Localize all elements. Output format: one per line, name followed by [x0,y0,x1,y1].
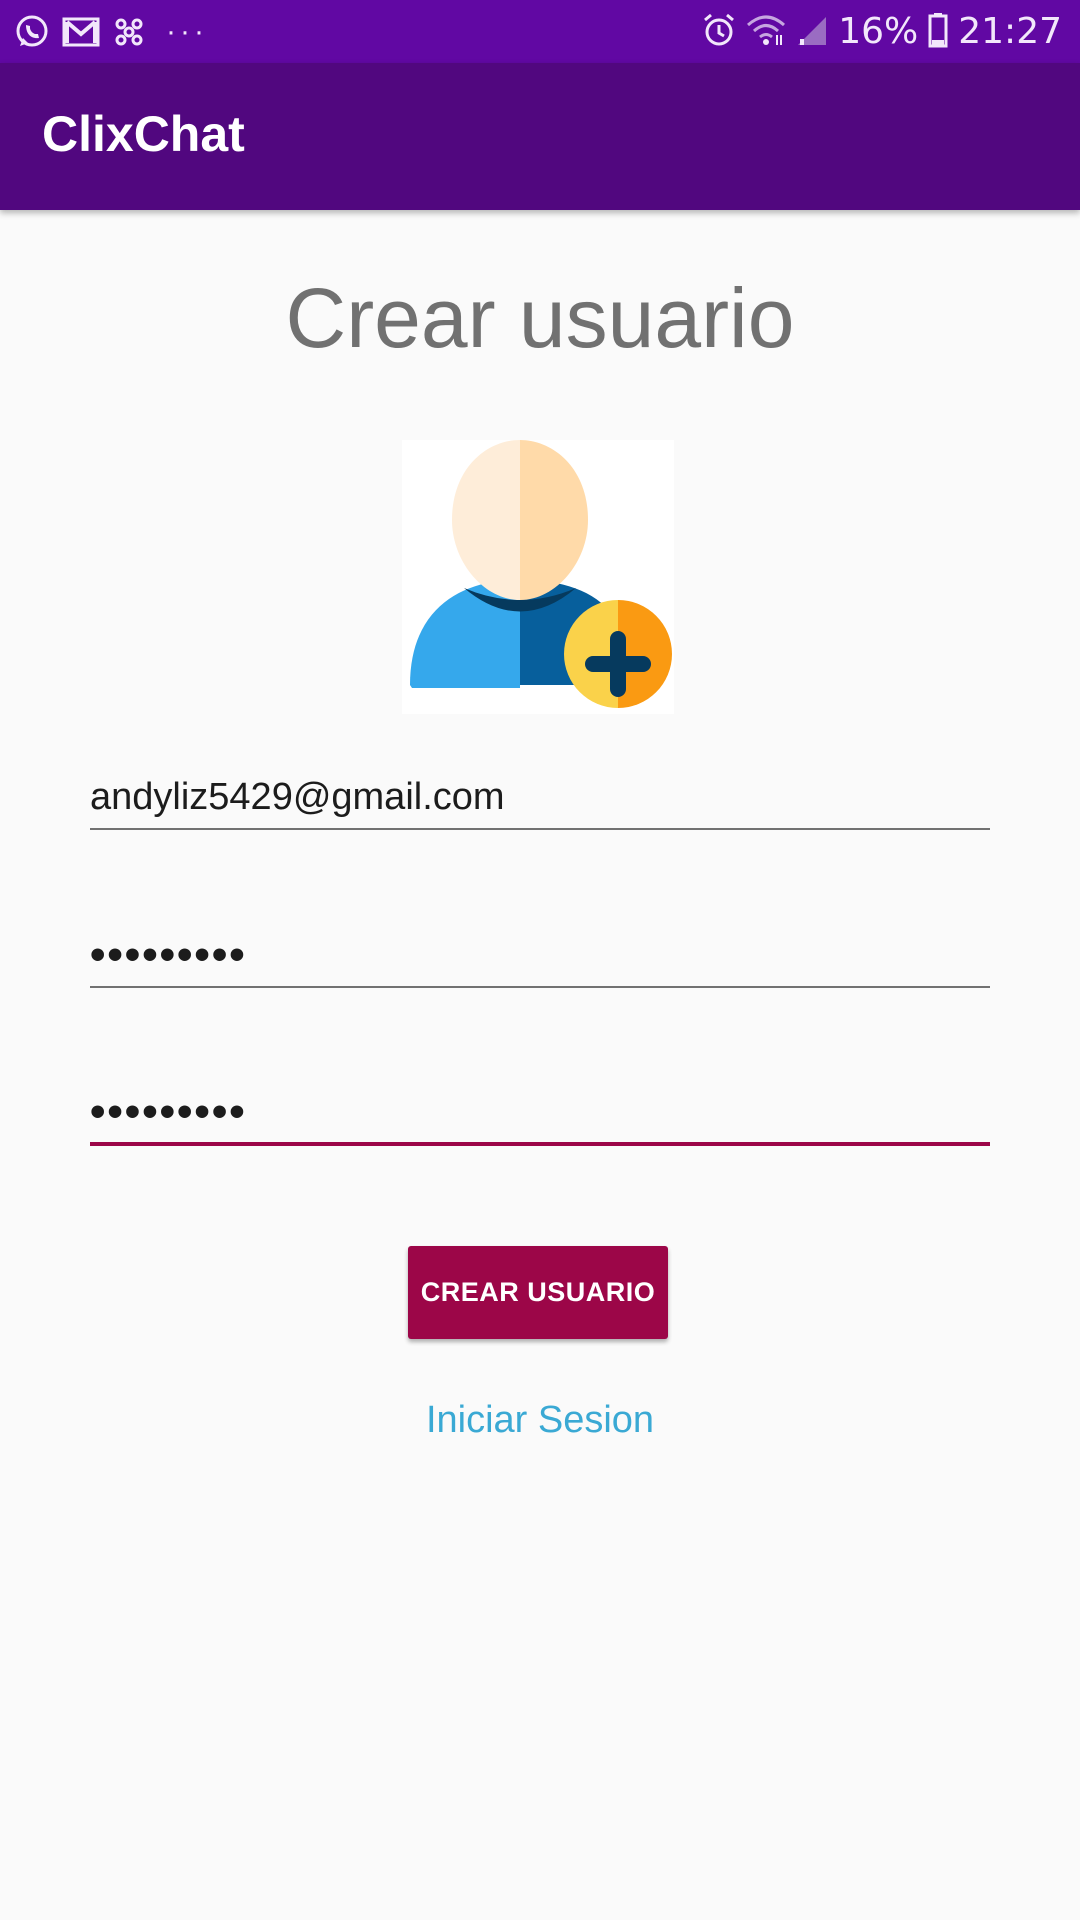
login-link[interactable]: Iniciar Sesion [426,1399,654,1441]
notification-icons: ··· [14,12,208,52]
page-title: Crear usuario [285,271,795,365]
password-field[interactable] [90,924,990,994]
gmail-icon [62,16,100,48]
confirm-password-input[interactable] [90,1082,990,1146]
wifi-icon [746,13,786,52]
password-input[interactable] [90,924,990,988]
signal-icon [796,13,828,52]
system-status: 16% 21:27 [702,10,1062,54]
confirm-password-field[interactable] [90,1082,990,1152]
add-user-avatar-icon [402,440,674,714]
battery-icon [928,12,948,53]
login-link-row: Iniciar Sesion [0,1398,1080,1444]
email-field[interactable] [90,766,990,836]
app-bar: ClixChat [0,63,1080,210]
more-notifications-indicator: ··· [166,15,208,48]
clock: 21:27 [958,11,1062,52]
app-flower-icon [112,15,146,49]
status-bar: ··· 16% 21:27 [0,0,1080,63]
whatsapp-icon [14,14,50,50]
create-user-button[interactable]: CREAR USUARIO [408,1246,668,1339]
email-input[interactable] [90,766,990,830]
alarm-icon [702,12,736,53]
battery-percent: 16% [838,11,919,52]
app-title: ClixChat [42,106,245,162]
